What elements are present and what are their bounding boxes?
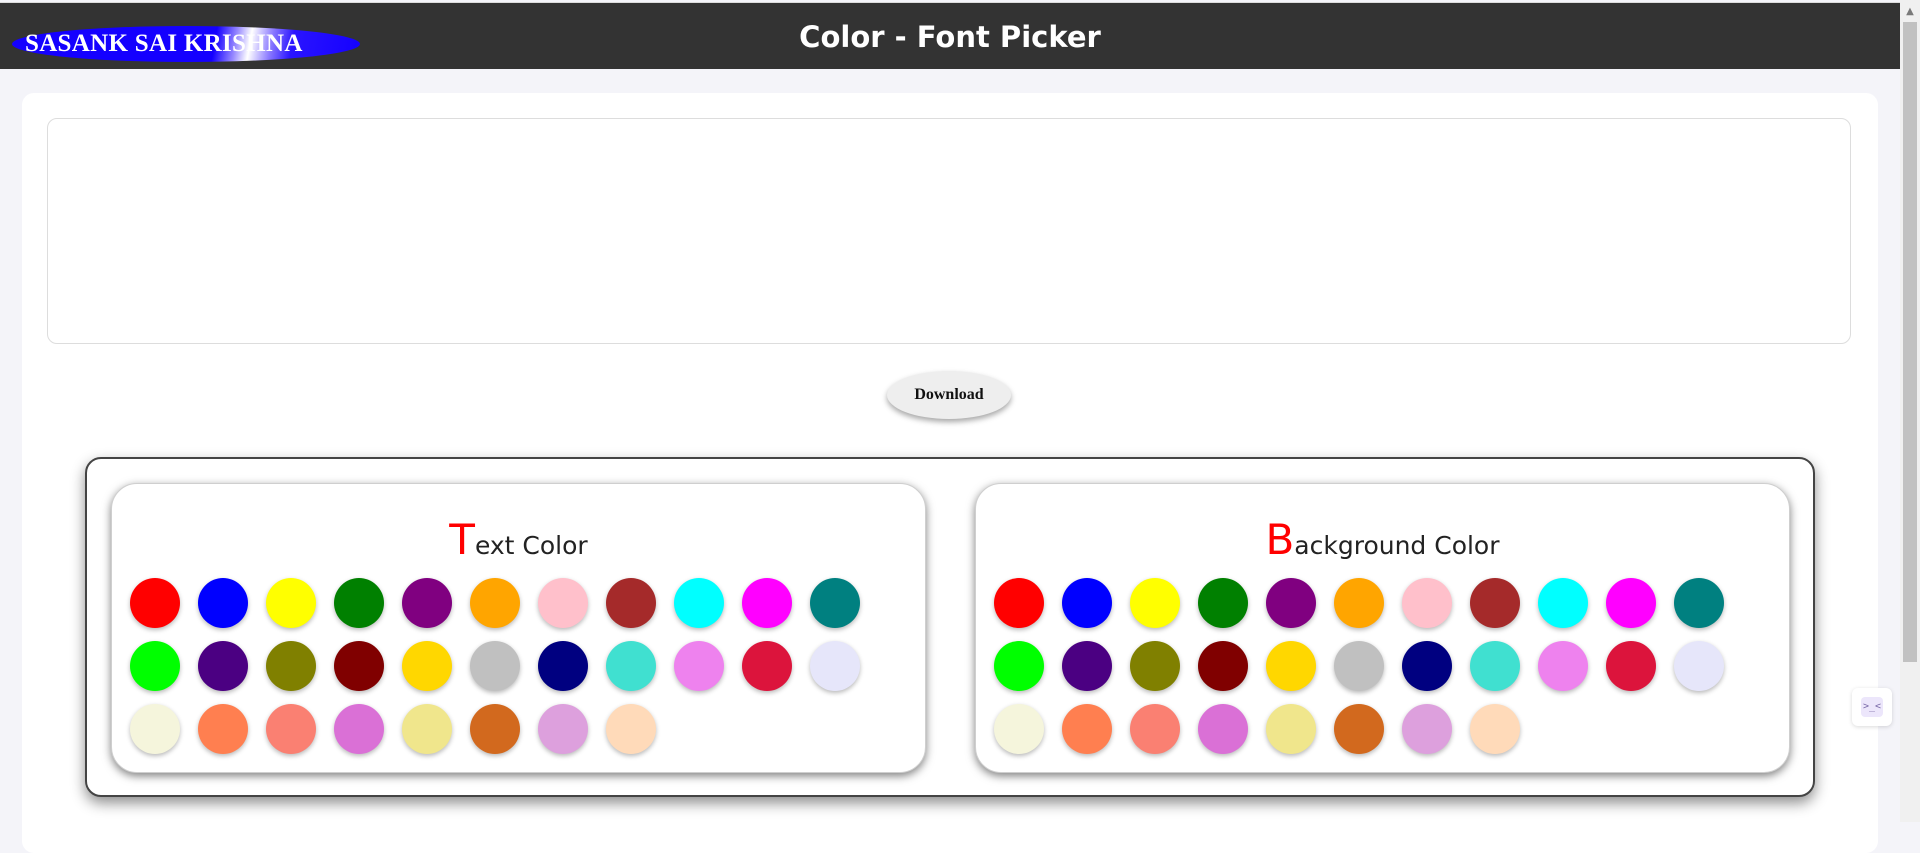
background-color-title: Background Color (976, 515, 1789, 564)
text-color-swatch[interactable] (606, 578, 656, 628)
background-color-swatch[interactable] (1470, 578, 1520, 628)
text-color-swatch[interactable] (402, 641, 452, 691)
background-color-swatch[interactable] (1470, 641, 1520, 691)
text-color-swatch[interactable] (266, 578, 316, 628)
text-color-swatch[interactable] (334, 641, 384, 691)
text-color-swatch[interactable] (130, 704, 180, 754)
text-color-swatch[interactable] (538, 578, 588, 628)
background-color-swatch[interactable] (1062, 641, 1112, 691)
background-color-swatch[interactable] (994, 578, 1044, 628)
background-color-swatch[interactable] (1266, 578, 1316, 628)
text-color-swatch[interactable] (470, 578, 520, 628)
text-color-swatch[interactable] (606, 704, 656, 754)
background-color-swatch[interactable] (1606, 578, 1656, 628)
background-color-swatch[interactable] (1674, 578, 1724, 628)
text-color-title: Text Color (112, 515, 925, 564)
text-color-swatch[interactable] (334, 704, 384, 754)
background-color-title-rest: ackground Color (1294, 531, 1500, 560)
background-color-swatch[interactable] (1538, 578, 1588, 628)
text-color-swatch[interactable] (674, 641, 724, 691)
background-color-swatch[interactable] (1198, 641, 1248, 691)
background-color-swatch[interactable] (1334, 704, 1384, 754)
background-color-swatch[interactable] (1198, 578, 1248, 628)
text-color-swatch[interactable] (334, 578, 384, 628)
text-color-swatch[interactable] (538, 704, 588, 754)
text-color-swatch[interactable] (130, 641, 180, 691)
terminal-icon: >_< (1861, 697, 1883, 717)
side-widget[interactable]: >_< (1852, 688, 1892, 726)
background-color-swatch[interactable] (1198, 704, 1248, 754)
text-color-swatch[interactable] (266, 641, 316, 691)
text-color-swatch[interactable] (198, 641, 248, 691)
text-color-title-rest: ext Color (474, 531, 588, 560)
background-color-swatch[interactable] (1334, 578, 1384, 628)
text-color-swatch[interactable] (198, 704, 248, 754)
background-color-swatch[interactable] (1402, 578, 1452, 628)
text-color-swatch[interactable] (198, 578, 248, 628)
text-color-swatch[interactable] (470, 704, 520, 754)
background-color-swatch[interactable] (1062, 704, 1112, 754)
text-color-swatch[interactable] (402, 704, 452, 754)
background-color-swatch[interactable] (1266, 641, 1316, 691)
text-color-panel: Text Color (111, 483, 926, 773)
text-color-swatch[interactable] (742, 641, 792, 691)
text-color-swatch[interactable] (538, 641, 588, 691)
background-color-swatch[interactable] (1334, 641, 1384, 691)
text-color-swatch[interactable] (810, 578, 860, 628)
background-color-swatch[interactable] (994, 704, 1044, 754)
background-color-swatch[interactable] (1470, 704, 1520, 754)
text-color-swatch[interactable] (266, 704, 316, 754)
scrollbar-thumb[interactable] (1903, 22, 1917, 662)
arrow-up-icon[interactable]: ▲ (1900, 0, 1920, 22)
background-color-panel: Background Color (975, 483, 1790, 773)
download-button[interactable]: Download (887, 371, 1011, 419)
text-color-swatch[interactable] (810, 641, 860, 691)
text-color-swatch[interactable] (470, 641, 520, 691)
background-color-swatch[interactable] (1402, 704, 1452, 754)
background-color-swatch[interactable] (1266, 704, 1316, 754)
background-color-swatch[interactable] (1130, 578, 1180, 628)
top-bar: SASANK SAI KRISHNA (0, 2, 1900, 69)
preview-text-area[interactable] (47, 118, 1851, 344)
background-color-swatch[interactable] (1062, 578, 1112, 628)
text-color-swatch[interactable] (606, 641, 656, 691)
background-color-swatch[interactable] (1130, 704, 1180, 754)
background-color-swatch[interactable] (994, 641, 1044, 691)
text-color-swatch[interactable] (674, 578, 724, 628)
text-color-title-initial: T (449, 515, 475, 564)
background-color-swatch[interactable] (1538, 641, 1588, 691)
brand-logo: SASANK SAI KRISHNA (12, 26, 360, 62)
background-color-swatch[interactable] (1606, 641, 1656, 691)
background-color-swatch[interactable] (1402, 641, 1452, 691)
color-picker-frame: Text Color Background Color (85, 457, 1815, 797)
background-color-swatch[interactable] (1674, 641, 1724, 691)
text-color-swatch[interactable] (402, 578, 452, 628)
background-color-swatch[interactable] (1130, 641, 1180, 691)
background-color-title-initial: B (1265, 515, 1295, 564)
scrollbar[interactable]: ▲ (1900, 0, 1920, 822)
text-color-swatch[interactable] (742, 578, 792, 628)
text-color-swatch[interactable] (130, 578, 180, 628)
